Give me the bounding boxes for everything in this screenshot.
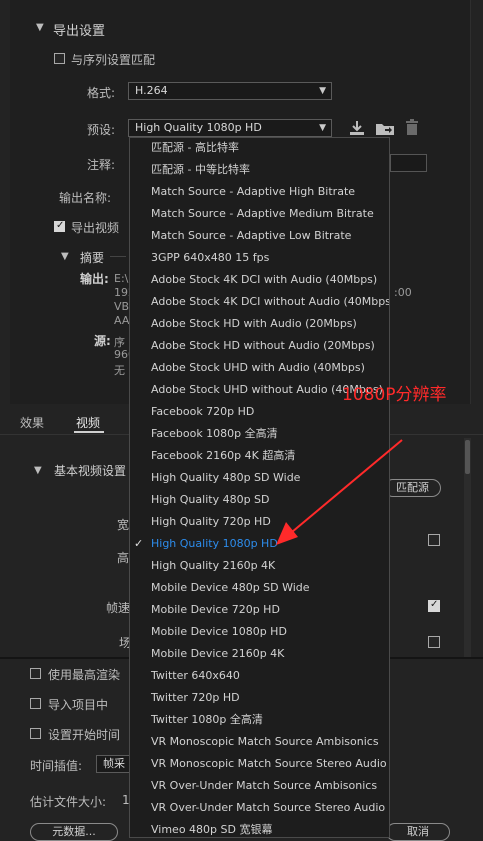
annotation-arrow-icon: [276, 439, 403, 545]
